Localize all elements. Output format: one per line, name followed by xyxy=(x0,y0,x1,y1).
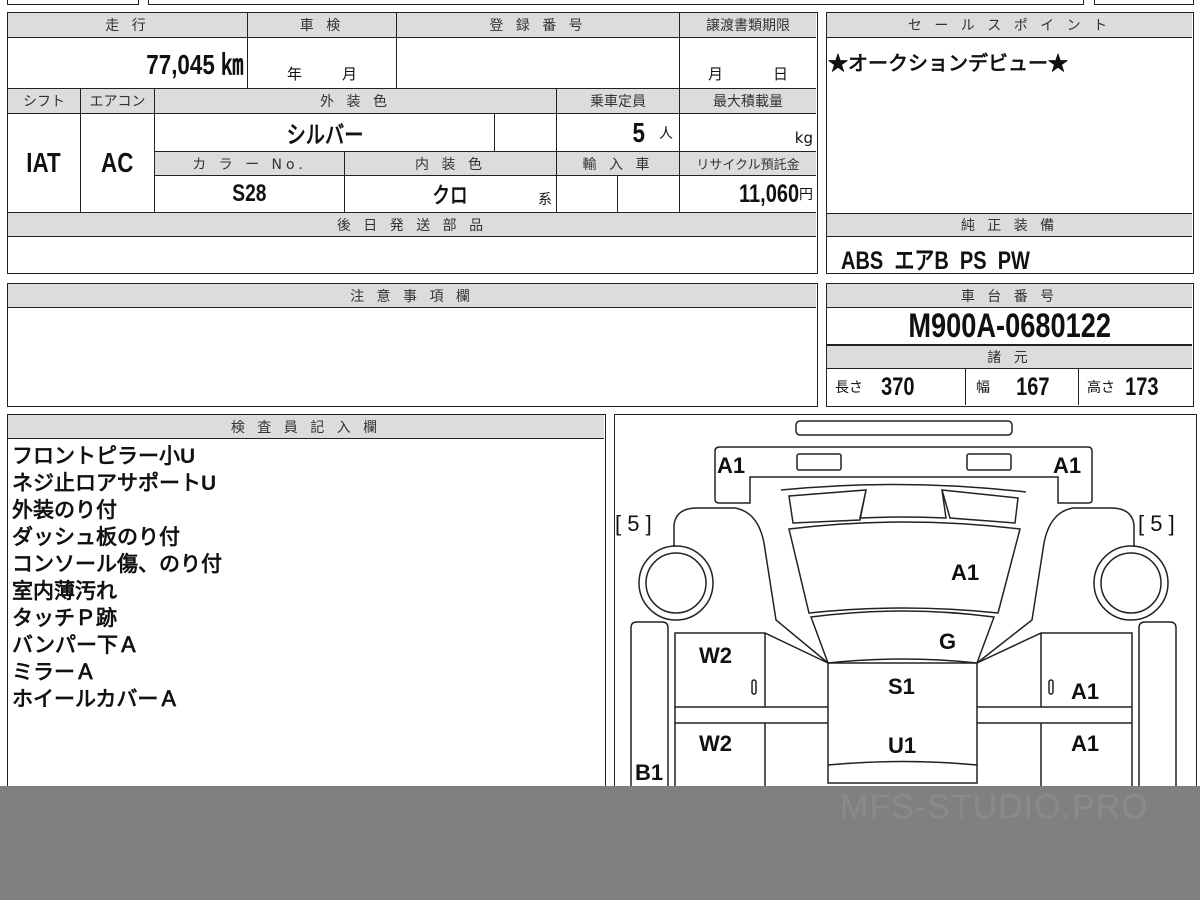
headlight-left xyxy=(796,453,842,471)
mark-front-right: A1 xyxy=(1053,453,1081,478)
roof-rear-line xyxy=(827,760,978,766)
watermark: MFS-STUDIO.PRO xyxy=(840,788,1149,826)
windshield-shape xyxy=(809,610,996,664)
mark-front-left: A1 xyxy=(717,453,745,478)
mark-left-rear-door: W2 xyxy=(699,731,732,756)
mark-right-rear-door: A1 xyxy=(1071,731,1099,756)
mark-hood: A1 xyxy=(951,560,979,585)
left-doors xyxy=(674,632,829,790)
wheel-right-outer xyxy=(1093,545,1169,621)
wheel-right-inner xyxy=(1100,552,1162,614)
mark-windshield: G xyxy=(939,629,956,654)
front-bumper-shape xyxy=(714,446,1093,504)
mark-left-side: B1 xyxy=(635,760,663,785)
mark-right-front-door: A1 xyxy=(1071,679,1099,704)
headlight-right xyxy=(966,453,1012,471)
grille-shape xyxy=(780,483,1027,524)
right-mirror-mark xyxy=(1048,679,1054,695)
car-diagram: A1 A1 [ 5 ] [ 5 ] A1 G W2 S1 A1 W2 U1 A1… xyxy=(615,420,1177,790)
wheel-left-outer xyxy=(638,545,714,621)
mark-left-front-door: W2 xyxy=(699,643,732,668)
right-doors xyxy=(976,632,1133,790)
left-mirror-mark xyxy=(751,679,757,695)
mark-tire-left: [ 5 ] xyxy=(615,511,652,536)
mark-roof: S1 xyxy=(888,674,915,699)
right-side-panel xyxy=(1138,621,1177,790)
mark-tire-right: [ 5 ] xyxy=(1138,511,1175,536)
body-outline-right xyxy=(976,507,1135,664)
hood-shape xyxy=(788,521,1021,614)
rear-bumper-shape xyxy=(795,420,1013,436)
wheel-left-inner xyxy=(645,552,707,614)
mark-center-rear: U1 xyxy=(888,733,916,758)
body-outline-left xyxy=(673,507,829,664)
